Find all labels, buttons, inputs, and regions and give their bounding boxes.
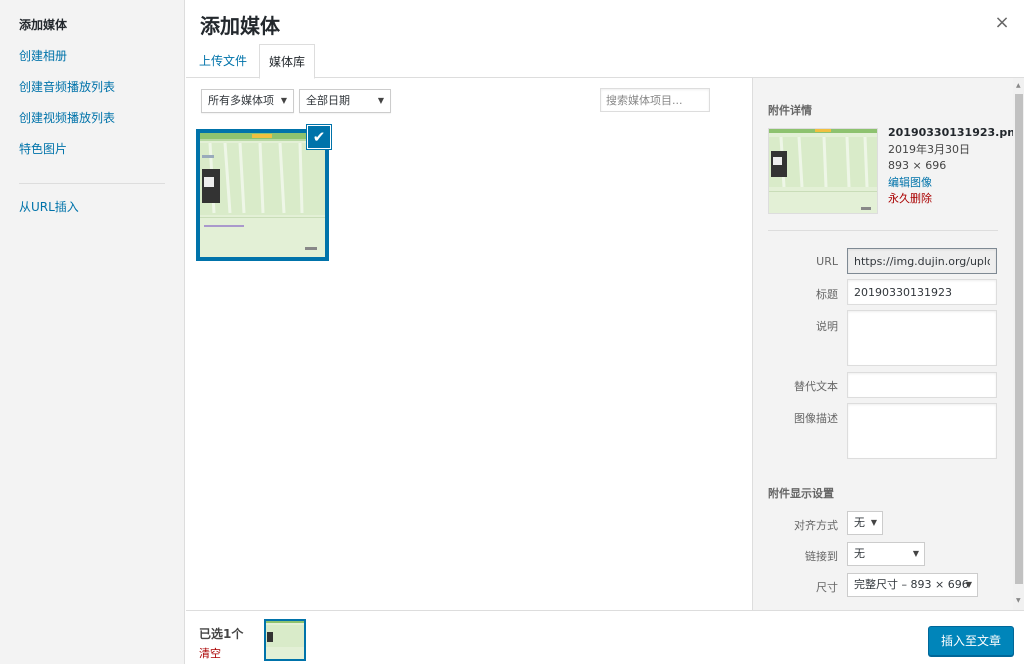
description-label: 图像描述 bbox=[794, 412, 838, 425]
alignment-value: 无 bbox=[854, 516, 865, 529]
media-type-filter-value: 所有多媒体项 bbox=[208, 94, 274, 107]
attachment-meta: 20190330131923.png 2019年3月30日 893 × 696 … bbox=[888, 125, 1023, 208]
title-field[interactable] bbox=[847, 279, 997, 305]
attachment-detail-thumbnail bbox=[768, 128, 878, 214]
alt-text-label: 替代文本 bbox=[794, 380, 838, 393]
scrollbar-thumb[interactable] bbox=[1015, 94, 1023, 584]
delete-permanently-link[interactable]: 永久删除 bbox=[888, 191, 1006, 208]
menu-item-add-media[interactable]: 添加媒体 bbox=[0, 16, 184, 47]
clear-selection-link[interactable]: 清空 bbox=[199, 645, 221, 661]
scroll-down-icon[interactable]: ▼ bbox=[1016, 597, 1021, 604]
date-filter[interactable]: 全部日期 ▼ bbox=[299, 89, 391, 113]
menu-item-featured-image[interactable]: 特色图片 bbox=[0, 140, 184, 171]
media-menu: 添加媒体 创建相册 创建音频播放列表 创建视频播放列表 特色图片 从URL插入 bbox=[0, 0, 185, 664]
attachment-detail-image bbox=[769, 129, 877, 213]
edit-image-link[interactable]: 编辑图像 bbox=[888, 175, 1006, 192]
selected-attachment-mini-thumb[interactable] bbox=[264, 619, 306, 661]
alignment-label: 对齐方式 bbox=[794, 519, 838, 532]
selection-toolbar: 已选1个 清空 插入至文章 bbox=[186, 610, 1024, 664]
media-toolbar: 所有多媒体项 ▼ 全部日期 ▼ bbox=[186, 78, 752, 124]
link-to-label: 链接到 bbox=[805, 550, 838, 563]
attachment-dimensions: 893 × 696 bbox=[888, 159, 947, 172]
attachments-grid: ✔ bbox=[186, 124, 752, 610]
attachment-filename: 20190330131923.png bbox=[888, 126, 1023, 139]
date-filter-value: 全部日期 bbox=[306, 94, 350, 107]
tab-media-library[interactable]: 媒体库 bbox=[259, 44, 316, 79]
link-to-value: 无 bbox=[854, 547, 865, 560]
media-type-filter[interactable]: 所有多媒体项 ▼ bbox=[201, 89, 294, 113]
description-field[interactable] bbox=[847, 403, 997, 459]
sidebar-separator bbox=[768, 230, 998, 231]
close-icon[interactable]: × bbox=[994, 13, 1010, 33]
tab-upload-files[interactable]: 上传文件 bbox=[199, 44, 247, 78]
title-label: 标题 bbox=[816, 288, 838, 301]
insert-into-post-button[interactable]: 插入至文章 bbox=[927, 626, 1014, 656]
url-field[interactable] bbox=[847, 248, 997, 274]
menu-item-insert-from-url[interactable]: 从URL插入 bbox=[0, 198, 184, 229]
size-label: 尺寸 bbox=[816, 581, 838, 594]
scroll-up-icon[interactable]: ▲ bbox=[1016, 82, 1021, 89]
chevron-down-icon: ▼ bbox=[912, 549, 919, 558]
attachment-preview-image bbox=[200, 133, 325, 257]
attachment-upload-date: 2019年3月30日 bbox=[888, 142, 970, 156]
chevron-down-icon: ▼ bbox=[280, 96, 287, 105]
selected-count: 已选1个 bbox=[199, 627, 244, 641]
url-label: URL bbox=[816, 255, 838, 268]
checkmark-icon[interactable]: ✔ bbox=[307, 125, 331, 149]
display-settings-heading: 附件显示设置 bbox=[768, 487, 834, 500]
router-tabs: 上传文件 媒体库 bbox=[186, 44, 1024, 79]
chevron-down-icon: ▼ bbox=[377, 96, 384, 105]
menu-item-create-audio-playlist[interactable]: 创建音频播放列表 bbox=[0, 78, 184, 109]
alt-text-field[interactable] bbox=[847, 372, 997, 398]
link-to-select[interactable]: 无 ▼ bbox=[847, 542, 925, 566]
size-value: 完整尺寸 – 893 × 696 bbox=[854, 578, 969, 591]
attachment-details-heading: 附件详情 bbox=[768, 104, 812, 117]
alignment-select[interactable]: 无 ▼ bbox=[847, 511, 883, 535]
menu-item-create-gallery[interactable]: 创建相册 bbox=[0, 47, 184, 78]
menu-item-create-video-playlist[interactable]: 创建视频播放列表 bbox=[0, 109, 184, 140]
mini-thumb-image bbox=[266, 621, 304, 659]
menu-separator bbox=[19, 183, 165, 184]
size-select[interactable]: 完整尺寸 – 893 × 696 ▼ bbox=[847, 573, 978, 597]
caption-label: 说明 bbox=[816, 320, 838, 333]
caption-field[interactable] bbox=[847, 310, 997, 366]
chevron-down-icon: ▼ bbox=[870, 518, 877, 527]
chevron-down-icon: ▼ bbox=[965, 580, 972, 589]
search-media-input[interactable] bbox=[600, 88, 710, 112]
modal-title: 添加媒体 bbox=[200, 14, 280, 38]
attachment-details-sidebar: 附件详情 20190330131923.png 2019年3月30日 893 ×… bbox=[752, 78, 1023, 610]
